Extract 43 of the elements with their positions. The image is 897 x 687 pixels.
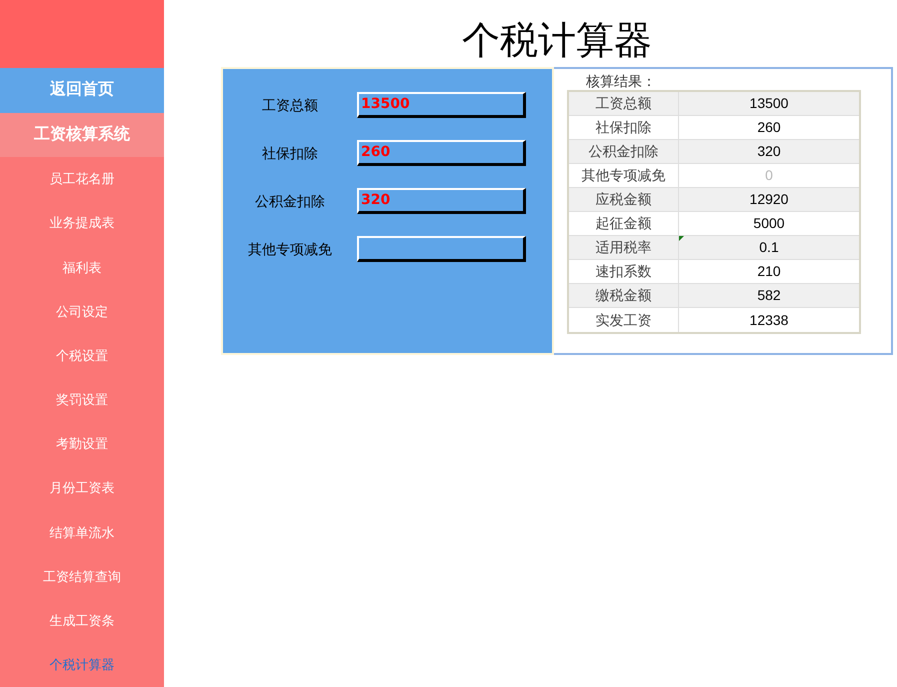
sidebar-item[interactable]: 月份工资表 xyxy=(0,466,164,510)
table-cell: 公积金扣除 xyxy=(569,140,679,163)
field-label: 工资总额 xyxy=(261,96,319,114)
table-cell: 社保扣除 xyxy=(569,116,679,139)
sidebar-item[interactable]: 公司设定 xyxy=(0,289,164,334)
table-cell: 实发工资 xyxy=(569,308,679,332)
table-cell-text: 12920 xyxy=(748,190,790,209)
field-label: 社保扣除 xyxy=(261,144,319,162)
table-cell-text: 320 xyxy=(756,142,782,161)
table-cell: 起征金额 xyxy=(569,212,679,235)
table-cell-text: 12338 xyxy=(748,310,790,330)
sidebar-item[interactable]: 生成工资条 xyxy=(0,598,164,643)
sidebar-item[interactable]: 考勤设置 xyxy=(0,422,164,466)
page-title: 个税计算器 xyxy=(461,19,653,64)
table-cell-text: 13500 xyxy=(748,94,790,113)
sidebar-item[interactable]: 工资结算查询 xyxy=(0,554,164,599)
field-label: 公积金扣除 xyxy=(254,192,326,210)
sidebar-item[interactable]: 员工花名册 xyxy=(0,156,164,202)
sidebar-item[interactable]: 业务提成表 xyxy=(0,201,164,246)
table-cell-text: 5000 xyxy=(752,214,786,233)
sidebar-item[interactable]: 个税设置 xyxy=(0,334,164,378)
system-title: 工资核算系统 xyxy=(0,112,164,157)
sidebar-item[interactable]: 奖罚设置 xyxy=(0,378,164,422)
input-field[interactable]: 320 xyxy=(357,188,526,214)
table-cell: 应税金额 xyxy=(569,188,679,211)
results-heading: 核算结果： xyxy=(585,72,657,90)
table-cell-text: 260 xyxy=(756,118,782,137)
table-cell: 0.1 xyxy=(679,236,859,259)
table-cell-text: 582 xyxy=(756,286,782,305)
table-cell-text: 210 xyxy=(756,262,782,281)
home-button[interactable]: 返回首页 xyxy=(0,68,164,113)
input-field[interactable]: 13500 xyxy=(357,92,526,118)
field-label: 其他专项减免 xyxy=(247,240,333,258)
table-cell-text: 0 xyxy=(764,166,774,185)
table-cell: 工资总额 xyxy=(569,92,679,115)
table-cell: 其他专项减免 xyxy=(569,164,679,187)
input-field[interactable]: 260 xyxy=(357,140,526,166)
sidebar-item[interactable]: 结算单流水 xyxy=(0,510,164,554)
sidebar-item[interactable]: 福利表 xyxy=(0,245,164,290)
input-field[interactable] xyxy=(357,236,526,262)
table-cell: 速扣系数 xyxy=(569,260,679,283)
table-cell: 缴税金额 xyxy=(569,284,679,307)
sidebar-item[interactable]: 个税计算器 xyxy=(0,642,164,687)
